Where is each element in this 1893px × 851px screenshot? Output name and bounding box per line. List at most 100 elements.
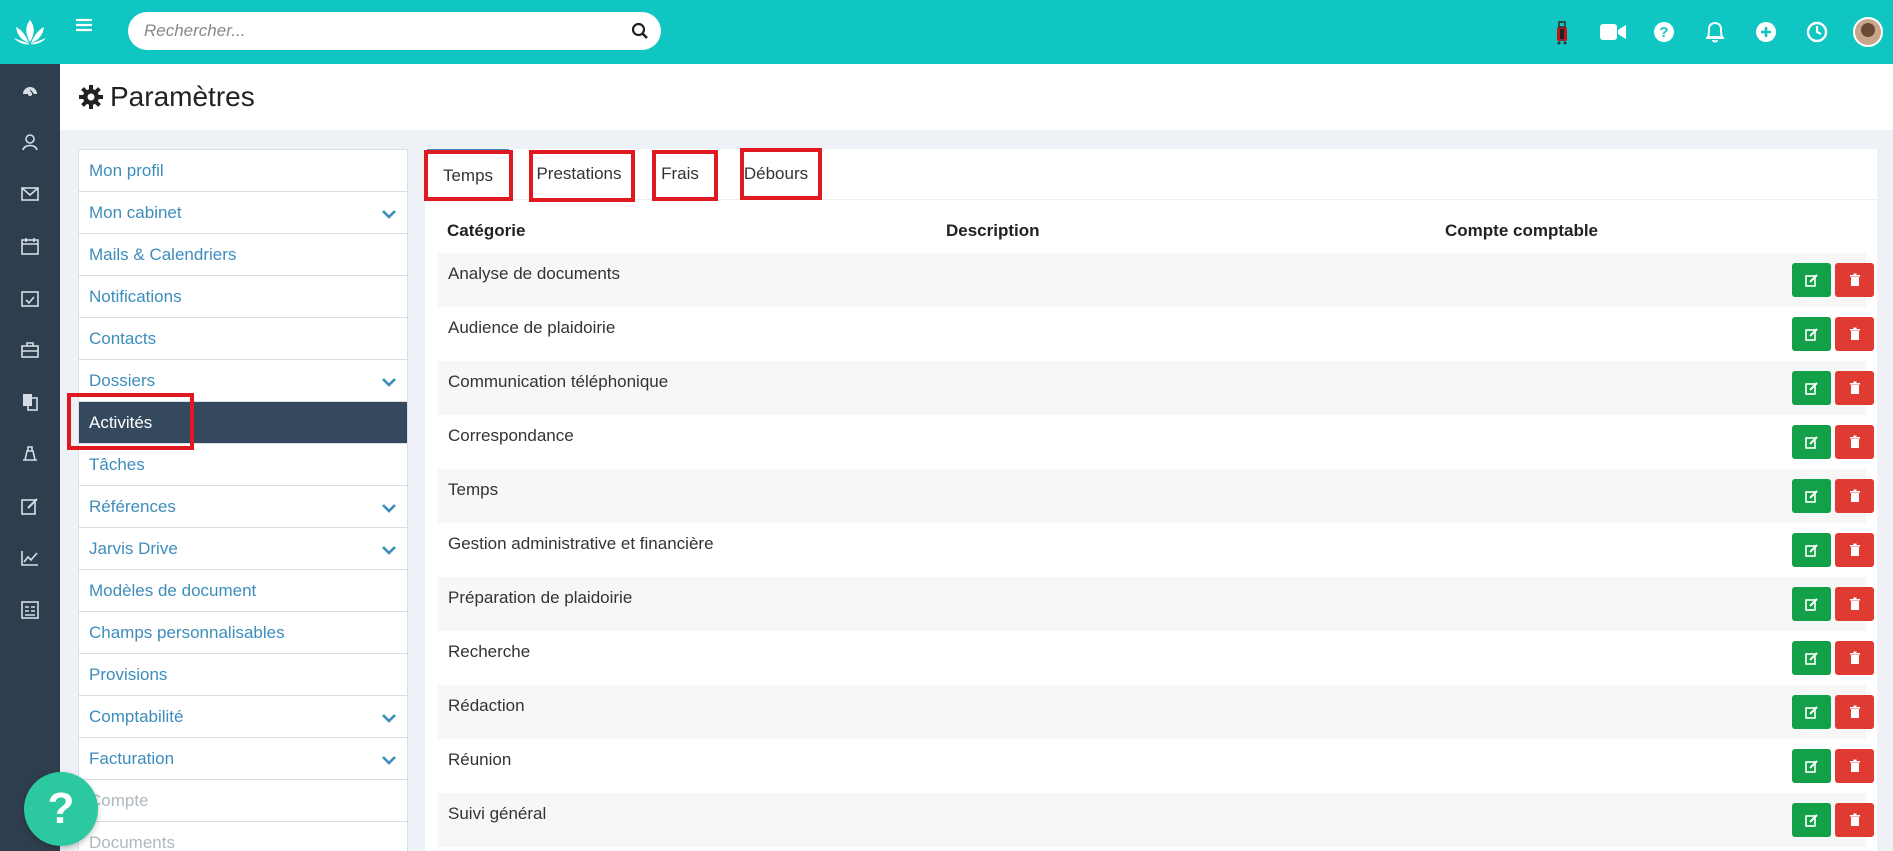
help-chat-button[interactable]: ?	[24, 772, 98, 846]
edit-icon	[1804, 706, 1818, 719]
plus-icon[interactable]	[1740, 0, 1791, 64]
edit-button[interactable]	[1792, 803, 1831, 837]
delete-button[interactable]	[1835, 533, 1874, 567]
settings-menu-item[interactable]: Mon profil	[79, 150, 407, 192]
tab-temps[interactable]: Temps	[427, 149, 509, 199]
briefcase-icon[interactable]	[0, 324, 60, 376]
mail-icon[interactable]	[0, 168, 60, 220]
edit-button[interactable]	[1792, 479, 1831, 513]
search-input[interactable]	[144, 12, 614, 50]
dashboard-icon[interactable]	[0, 64, 60, 116]
edit-icon	[1804, 436, 1818, 449]
contacts-icon[interactable]	[0, 116, 60, 168]
lotus-logo-icon	[14, 20, 46, 45]
settings-menu-item-label: Mon profil	[89, 160, 164, 180]
bell-icon[interactable]	[1689, 0, 1740, 64]
calendar-icon[interactable]	[0, 220, 60, 272]
settings-menu-item[interactable]: Provisions	[79, 654, 407, 696]
hamburger-menu-icon[interactable]	[76, 18, 98, 40]
edit-button[interactable]	[1792, 695, 1831, 729]
search-icon[interactable]	[631, 22, 649, 40]
tab-prestations[interactable]: Prestations	[527, 149, 631, 199]
settings-menu-item[interactable]: Champs personnalisables	[79, 612, 407, 654]
edit-button[interactable]	[1792, 749, 1831, 783]
settings-menu-item[interactable]: Mails & Calendriers	[79, 234, 407, 276]
edit-button[interactable]	[1792, 587, 1831, 621]
settings-menu-item[interactable]: Dossiers	[79, 360, 407, 402]
edit-icon	[1804, 598, 1818, 611]
delete-button[interactable]	[1835, 587, 1874, 621]
edit-button[interactable]	[1792, 263, 1831, 297]
settings-menu-item[interactable]: Compte	[79, 780, 407, 822]
chevron-down-icon[interactable]	[381, 751, 397, 765]
chevron-down-icon[interactable]	[381, 373, 397, 387]
delete-button[interactable]	[1835, 695, 1874, 729]
delete-button[interactable]	[1835, 425, 1874, 459]
settings-menu-item[interactable]: Activités	[79, 402, 407, 444]
chevron-down-icon[interactable]	[381, 541, 397, 555]
help-icon[interactable]: ?	[1638, 0, 1689, 64]
table-body: Analyse de documents Audience de plaidoir…	[438, 253, 1874, 847]
delete-button[interactable]	[1835, 371, 1874, 405]
table-row: Rédaction	[438, 685, 1874, 739]
table-row: Recherche	[438, 631, 1874, 685]
edit-button[interactable]	[1792, 533, 1831, 567]
category-cell: Réunion	[448, 750, 512, 769]
settings-menu: Mon profil Mon cabinet Mails & Calendriers…	[78, 149, 408, 851]
video-icon[interactable]	[1587, 0, 1638, 64]
avatar-button[interactable]	[1842, 0, 1893, 64]
edit-icon	[1804, 328, 1818, 341]
settings-menu-item[interactable]: Documents	[79, 822, 407, 851]
billing-icon[interactable]	[0, 428, 60, 480]
avatar	[1852, 17, 1883, 47]
table-row: Préparation de plaidoirie	[438, 577, 1874, 631]
trash-icon	[1849, 489, 1860, 502]
settings-menu-item[interactable]: Notifications	[79, 276, 407, 318]
suitcase-icon[interactable]	[1536, 0, 1587, 64]
clock-icon[interactable]	[1791, 0, 1842, 64]
settings-menu-item-label: Dossiers	[89, 370, 156, 390]
delete-button[interactable]	[1835, 749, 1874, 783]
edit-button[interactable]	[1792, 317, 1831, 351]
edit-button[interactable]	[1792, 371, 1831, 405]
edit-button[interactable]	[1792, 641, 1831, 675]
search-box	[128, 12, 661, 50]
category-cell: Gestion administrative et financière	[448, 534, 714, 553]
chevron-down-icon[interactable]	[381, 499, 397, 513]
settings-menu-item[interactable]: Contacts	[79, 318, 407, 360]
edit-button[interactable]	[1792, 425, 1831, 459]
delete-button[interactable]	[1835, 641, 1874, 675]
table-row: Audience de plaidoirie	[438, 307, 1874, 361]
settings-menu-item[interactable]: Facturation	[79, 738, 407, 780]
page-header: Paramètres	[60, 64, 1893, 130]
chart-icon[interactable]	[0, 532, 60, 584]
settings-menu-item[interactable]: Tâches	[79, 444, 407, 486]
edit-icon[interactable]	[0, 480, 60, 532]
table-row: Communication téléphonique	[438, 361, 1874, 415]
delete-button[interactable]	[1835, 803, 1874, 837]
trash-icon	[1849, 705, 1860, 718]
report-icon[interactable]	[0, 584, 60, 636]
table-row: Suivi général	[438, 793, 1874, 847]
delete-button[interactable]	[1835, 317, 1874, 351]
trash-icon	[1849, 651, 1860, 664]
trash-icon	[1849, 543, 1860, 556]
settings-menu-item[interactable]: Mon cabinet	[79, 192, 407, 234]
delete-button[interactable]	[1835, 263, 1874, 297]
tab-debours[interactable]: Débours	[740, 149, 812, 199]
settings-menu-item[interactable]: Références	[79, 486, 407, 528]
chevron-down-icon[interactable]	[381, 709, 397, 723]
delete-button[interactable]	[1835, 479, 1874, 513]
tasks-icon[interactable]	[0, 272, 60, 324]
settings-menu-item-label: Provisions	[89, 664, 168, 684]
settings-menu-item[interactable]: Jarvis Drive	[79, 528, 407, 570]
app-logo[interactable]	[0, 0, 60, 64]
settings-menu-item-label: Notifications	[89, 286, 182, 306]
category-cell: Rédaction	[448, 696, 525, 715]
settings-menu-item[interactable]: Modèles de document	[79, 570, 407, 612]
documents-icon[interactable]	[0, 376, 60, 428]
category-cell: Temps	[448, 480, 499, 499]
tab-frais[interactable]: Frais	[650, 149, 710, 199]
settings-menu-item[interactable]: Comptabilité	[79, 696, 407, 738]
chevron-down-icon[interactable]	[381, 205, 397, 219]
